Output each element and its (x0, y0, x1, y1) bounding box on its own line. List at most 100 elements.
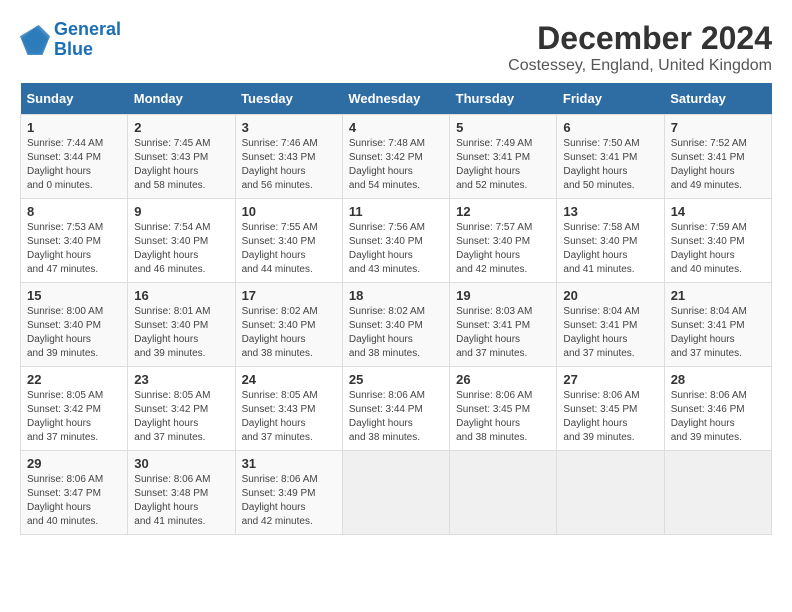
daylight-label: Daylight hours (242, 334, 306, 345)
day-number: 20 (563, 288, 657, 303)
sunset-info: Sunset: 3:46 PM (671, 404, 745, 415)
day-cell: 20 Sunrise: 8:04 AM Sunset: 3:41 PM Dayl… (557, 283, 664, 367)
day-cell: 21 Sunrise: 8:04 AM Sunset: 3:41 PM Dayl… (664, 283, 771, 367)
page-header: General Blue December 2024 Costessey, En… (20, 20, 772, 75)
daylight-duration: and 41 minutes. (563, 264, 634, 275)
daylight-duration: and 37 minutes. (242, 432, 313, 443)
sunset-info: Sunset: 3:40 PM (349, 236, 423, 247)
week-row-4: 22 Sunrise: 8:05 AM Sunset: 3:42 PM Dayl… (21, 367, 772, 451)
week-row-5: 29 Sunrise: 8:06 AM Sunset: 3:47 PM Dayl… (21, 451, 772, 535)
day-number: 12 (456, 204, 550, 219)
daylight-label: Daylight hours (671, 250, 735, 261)
sunset-info: Sunset: 3:40 PM (134, 320, 208, 331)
title-area: December 2024 Costessey, England, United… (508, 20, 772, 75)
day-cell: 19 Sunrise: 8:03 AM Sunset: 3:41 PM Dayl… (450, 283, 557, 367)
day-number: 26 (456, 372, 550, 387)
day-number: 2 (134, 120, 228, 135)
day-cell: 6 Sunrise: 7:50 AM Sunset: 3:41 PM Dayli… (557, 115, 664, 199)
sunrise-info: Sunrise: 8:06 AM (134, 474, 210, 485)
daylight-duration: and 54 minutes. (349, 180, 420, 191)
sunset-info: Sunset: 3:40 PM (349, 320, 423, 331)
header-row: SundayMondayTuesdayWednesdayThursdayFrid… (21, 83, 772, 115)
daylight-label: Daylight hours (349, 250, 413, 261)
day-detail: Sunrise: 8:02 AM Sunset: 3:40 PM Dayligh… (242, 305, 336, 361)
sunrise-info: Sunrise: 7:56 AM (349, 222, 425, 233)
day-detail: Sunrise: 8:06 AM Sunset: 3:45 PM Dayligh… (456, 389, 550, 445)
sunset-info: Sunset: 3:40 PM (671, 236, 745, 247)
day-number: 17 (242, 288, 336, 303)
sunset-info: Sunset: 3:49 PM (242, 488, 316, 499)
day-detail: Sunrise: 7:49 AM Sunset: 3:41 PM Dayligh… (456, 137, 550, 193)
day-number: 1 (27, 120, 121, 135)
daylight-label: Daylight hours (27, 250, 91, 261)
sunset-info: Sunset: 3:42 PM (27, 404, 101, 415)
sunset-info: Sunset: 3:42 PM (134, 404, 208, 415)
daylight-duration: and 37 minutes. (27, 432, 98, 443)
day-cell: 13 Sunrise: 7:58 AM Sunset: 3:40 PM Dayl… (557, 199, 664, 283)
logo: General Blue (20, 20, 121, 60)
sunset-info: Sunset: 3:44 PM (349, 404, 423, 415)
daylight-label: Daylight hours (349, 334, 413, 345)
day-number: 30 (134, 456, 228, 471)
sunrise-info: Sunrise: 7:59 AM (671, 222, 747, 233)
day-cell: 9 Sunrise: 7:54 AM Sunset: 3:40 PM Dayli… (128, 199, 235, 283)
sunrise-info: Sunrise: 8:05 AM (242, 390, 318, 401)
daylight-duration: and 49 minutes. (671, 180, 742, 191)
sunset-info: Sunset: 3:40 PM (134, 236, 208, 247)
sunrise-info: Sunrise: 7:45 AM (134, 138, 210, 149)
sunrise-info: Sunrise: 7:50 AM (563, 138, 639, 149)
sunrise-info: Sunrise: 7:46 AM (242, 138, 318, 149)
day-number: 3 (242, 120, 336, 135)
calendar-body: 1 Sunrise: 7:44 AM Sunset: 3:44 PM Dayli… (21, 115, 772, 535)
daylight-duration: and 46 minutes. (134, 264, 205, 275)
day-detail: Sunrise: 7:53 AM Sunset: 3:40 PM Dayligh… (27, 221, 121, 277)
day-detail: Sunrise: 8:05 AM Sunset: 3:42 PM Dayligh… (27, 389, 121, 445)
day-detail: Sunrise: 7:50 AM Sunset: 3:41 PM Dayligh… (563, 137, 657, 193)
day-cell: 15 Sunrise: 8:00 AM Sunset: 3:40 PM Dayl… (21, 283, 128, 367)
day-number: 14 (671, 204, 765, 219)
sunrise-info: Sunrise: 7:53 AM (27, 222, 103, 233)
day-number: 10 (242, 204, 336, 219)
main-title: December 2024 (508, 20, 772, 57)
sunset-info: Sunset: 3:43 PM (134, 152, 208, 163)
day-cell: 28 Sunrise: 8:06 AM Sunset: 3:46 PM Dayl… (664, 367, 771, 451)
day-cell: 16 Sunrise: 8:01 AM Sunset: 3:40 PM Dayl… (128, 283, 235, 367)
sunrise-info: Sunrise: 7:55 AM (242, 222, 318, 233)
sunset-info: Sunset: 3:43 PM (242, 404, 316, 415)
day-cell: 26 Sunrise: 8:06 AM Sunset: 3:45 PM Dayl… (450, 367, 557, 451)
day-cell: 8 Sunrise: 7:53 AM Sunset: 3:40 PM Dayli… (21, 199, 128, 283)
day-cell: 10 Sunrise: 7:55 AM Sunset: 3:40 PM Dayl… (235, 199, 342, 283)
daylight-duration: and 44 minutes. (242, 264, 313, 275)
header-cell-monday: Monday (128, 83, 235, 115)
daylight-label: Daylight hours (242, 166, 306, 177)
sunrise-info: Sunrise: 8:06 AM (349, 390, 425, 401)
sunrise-info: Sunrise: 7:58 AM (563, 222, 639, 233)
daylight-label: Daylight hours (456, 334, 520, 345)
daylight-label: Daylight hours (563, 166, 627, 177)
day-cell: 18 Sunrise: 8:02 AM Sunset: 3:40 PM Dayl… (342, 283, 449, 367)
sunset-info: Sunset: 3:45 PM (456, 404, 530, 415)
sunset-info: Sunset: 3:47 PM (27, 488, 101, 499)
sunset-info: Sunset: 3:41 PM (671, 320, 745, 331)
daylight-duration: and 37 minutes. (671, 348, 742, 359)
daylight-label: Daylight hours (671, 166, 735, 177)
day-cell: 30 Sunrise: 8:06 AM Sunset: 3:48 PM Dayl… (128, 451, 235, 535)
sunrise-info: Sunrise: 8:04 AM (671, 306, 747, 317)
daylight-label: Daylight hours (27, 502, 91, 513)
sunrise-info: Sunrise: 7:49 AM (456, 138, 532, 149)
sunset-info: Sunset: 3:41 PM (456, 320, 530, 331)
sunset-info: Sunset: 3:41 PM (671, 152, 745, 163)
daylight-label: Daylight hours (671, 334, 735, 345)
daylight-duration: and 43 minutes. (349, 264, 420, 275)
daylight-label: Daylight hours (242, 502, 306, 513)
day-number: 23 (134, 372, 228, 387)
calendar-header: SundayMondayTuesdayWednesdayThursdayFrid… (21, 83, 772, 115)
day-number: 25 (349, 372, 443, 387)
sunset-info: Sunset: 3:40 PM (242, 236, 316, 247)
daylight-label: Daylight hours (563, 250, 627, 261)
day-detail: Sunrise: 8:06 AM Sunset: 3:44 PM Dayligh… (349, 389, 443, 445)
daylight-duration: and 38 minutes. (242, 348, 313, 359)
daylight-label: Daylight hours (134, 166, 198, 177)
day-detail: Sunrise: 7:56 AM Sunset: 3:40 PM Dayligh… (349, 221, 443, 277)
sunrise-info: Sunrise: 8:01 AM (134, 306, 210, 317)
